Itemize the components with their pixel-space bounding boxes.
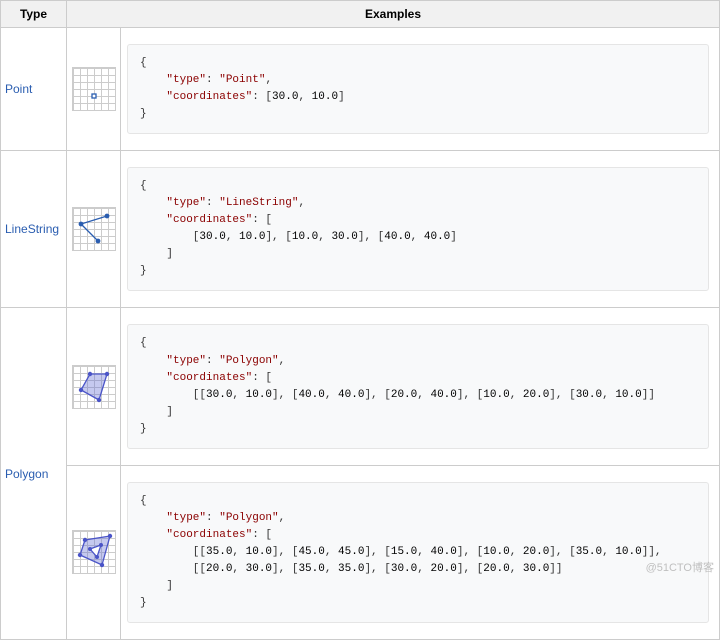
geojson-types-table: Type Examples Point { "type": "Point", "…: [0, 0, 720, 640]
type-link-point[interactable]: Point: [5, 82, 32, 96]
col-header-examples: Examples: [67, 1, 720, 28]
linestring-icon: [72, 207, 116, 251]
type-link-linestring[interactable]: LineString: [5, 222, 59, 236]
table-row: Point { "type": "Point", "coordinates": …: [1, 28, 720, 151]
polygon-icon: [72, 365, 116, 409]
code-example: { "type": "Polygon", "coordinates": [ [[…: [127, 324, 709, 448]
code-example: { "type": "LineString", "coordinates": […: [127, 167, 709, 291]
table-row: LineString { "type": "LineString", "coor…: [1, 151, 720, 308]
polygon-hole-icon: [72, 530, 116, 574]
table-row: { "type": "Polygon", "coordinates": [ [[…: [1, 465, 720, 639]
code-example: { "type": "Point", "coordinates": [30.0,…: [127, 44, 709, 134]
point-icon: [72, 67, 116, 111]
code-example: { "type": "Polygon", "coordinates": [ [[…: [127, 482, 709, 623]
type-link-polygon[interactable]: Polygon: [5, 467, 48, 481]
col-header-type: Type: [1, 1, 67, 28]
table-row: Polygon { "type": "Polygon", "coordinate…: [1, 308, 720, 465]
